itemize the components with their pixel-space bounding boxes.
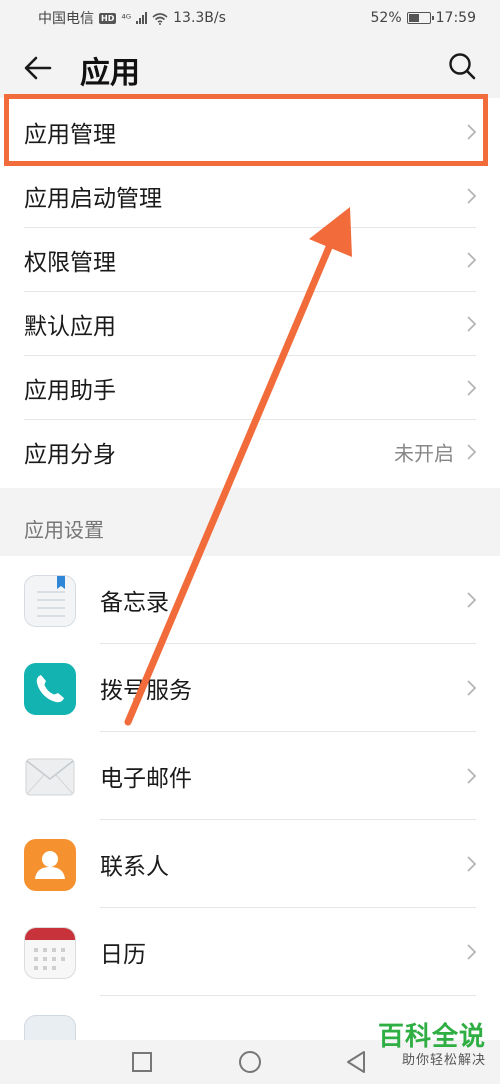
watermark-subtitle: 助你轻松解决 [401, 1053, 486, 1068]
app-label: 联系人 [100, 854, 169, 880]
search-icon[interactable] [446, 50, 478, 82]
signal-icon [136, 12, 148, 24]
menu-item-app-assistant[interactable]: 应用助手 [0, 356, 500, 420]
app-label: 电子邮件 [100, 766, 192, 792]
back-arrow-icon[interactable] [22, 52, 54, 84]
menu-item-app-management[interactable]: 应用管理 [0, 100, 500, 164]
app-menu-list: 应用管理 应用启动管理 权限管理 默认应用 应用助手 应用分身 未开启 [0, 98, 500, 488]
chevron-right-icon [467, 592, 477, 608]
hd-badge-icon: HD [99, 12, 117, 24]
menu-item-label: 应用启动管理 [24, 186, 162, 212]
menu-item-app-twin[interactable]: 应用分身 未开启 [0, 420, 500, 484]
menu-item-label: 应用助手 [24, 378, 116, 404]
section-header-app-settings: 应用设置 [24, 518, 104, 542]
calendar-icon [24, 927, 76, 979]
app-settings-list: 备忘录 拨号服务 电子邮件 联系人 日历 [0, 556, 500, 1040]
app-row-email[interactable]: 电子邮件 [0, 732, 500, 820]
menu-item-label: 应用分身 [24, 442, 116, 468]
app-icon-partial [24, 1015, 76, 1040]
chevron-right-icon [467, 768, 477, 784]
chevron-right-icon [467, 188, 477, 204]
battery-percent: 52% [370, 10, 402, 26]
menu-item-label: 默认应用 [24, 314, 116, 340]
chevron-right-icon [467, 124, 477, 140]
status-left: 中国电信 HD ⁴ᴳ 13.3B/s [38, 8, 226, 28]
chevron-right-icon [467, 444, 477, 460]
page-title: 应用 [80, 56, 140, 91]
wifi-icon [152, 12, 168, 25]
status-bar: 中国电信 HD ⁴ᴳ 13.3B/s 52% 17:59 [0, 0, 500, 36]
app-row-contacts[interactable]: 联系人 [0, 820, 500, 908]
watermark-logo: 百科全说 助你轻松解决 [378, 1022, 486, 1070]
triangle-back-icon[interactable] [340, 1046, 372, 1078]
network-type-label: ⁴ᴳ [121, 11, 132, 25]
menu-item-permission-management[interactable]: 权限管理 [0, 228, 500, 292]
carrier-label: 中国电信 [38, 11, 94, 27]
app-label: 备忘录 [100, 590, 169, 616]
app-label: 拨号服务 [100, 678, 192, 704]
app-row-dialer[interactable]: 拨号服务 [0, 644, 500, 732]
watermark-title: 百科全说 [377, 1022, 486, 1052]
menu-item-startup-management[interactable]: 应用启动管理 [0, 164, 500, 228]
chevron-right-icon [467, 316, 477, 332]
menu-item-label: 权限管理 [24, 250, 116, 276]
circle-icon[interactable] [234, 1046, 266, 1078]
clock: 17:59 [435, 10, 476, 26]
contacts-icon [24, 839, 76, 891]
chevron-right-icon [467, 944, 477, 960]
status-right: 52% 17:59 [371, 10, 476, 26]
square-icon[interactable] [126, 1046, 158, 1078]
menu-item-label: 应用管理 [24, 122, 116, 148]
app-twin-status: 未开启 [394, 441, 454, 466]
chevron-right-icon [467, 380, 477, 396]
network-speed: 13.3B/s [173, 10, 226, 26]
app-label: 日历 [100, 942, 146, 968]
battery-icon [406, 12, 434, 24]
app-row-calendar[interactable]: 日历 [0, 908, 500, 996]
chevron-right-icon [467, 680, 477, 696]
phone-icon [24, 663, 76, 715]
app-bar: 应用 [0, 36, 500, 98]
app-row-notes[interactable]: 备忘录 [0, 556, 500, 644]
chevron-right-icon [467, 252, 477, 268]
menu-item-default-apps[interactable]: 默认应用 [0, 292, 500, 356]
chevron-right-icon [467, 856, 477, 872]
notes-icon [24, 575, 76, 627]
mail-icon [24, 751, 76, 803]
